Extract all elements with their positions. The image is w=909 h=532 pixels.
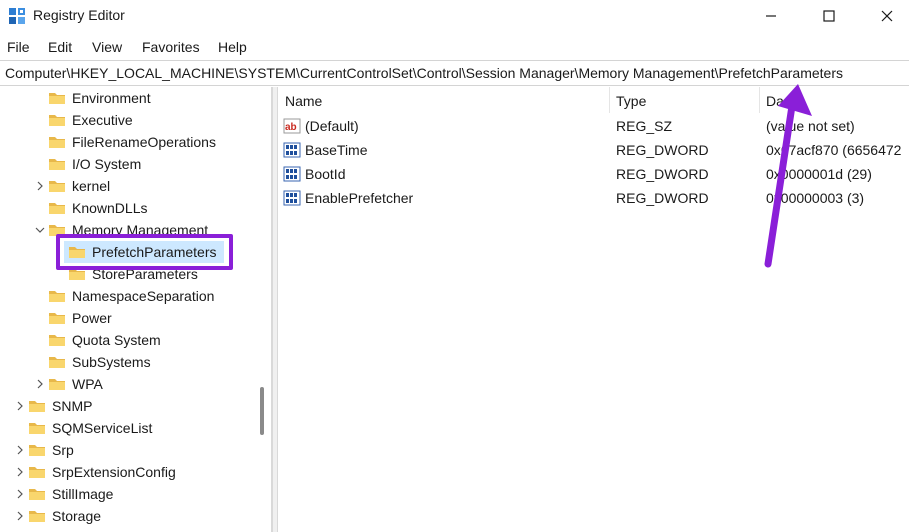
tree-item[interactable]: Srp bbox=[0, 439, 255, 461]
folder-icon bbox=[49, 93, 65, 104]
title-bar: Registry Editor bbox=[0, 0, 909, 34]
menu-bar: File Edit View Favorites Help bbox=[0, 34, 909, 60]
tree-item[interactable]: WPA bbox=[0, 373, 255, 395]
tree-scroll-thumb[interactable] bbox=[260, 387, 264, 435]
tree-item-label: Environment bbox=[72, 90, 151, 106]
tree-item-label: Storage bbox=[52, 508, 102, 524]
arrow-annotation-icon bbox=[764, 84, 812, 268]
tree-item[interactable]: KnownDLLs bbox=[0, 197, 255, 219]
menu-help[interactable]: Help bbox=[218, 39, 247, 55]
svg-text:ab: ab bbox=[285, 122, 297, 133]
tree-item-label: SubSystems bbox=[72, 354, 151, 370]
chevron-right-icon[interactable] bbox=[14, 488, 26, 500]
window-title: Registry Editor bbox=[33, 7, 125, 23]
close-button[interactable] bbox=[864, 0, 909, 32]
tree-item-label: Srp bbox=[52, 442, 74, 458]
string-value-icon: ab bbox=[283, 118, 301, 134]
folder-icon bbox=[49, 379, 65, 390]
column-header-type[interactable]: Type bbox=[609, 87, 759, 113]
value-type: REG_DWORD bbox=[616, 166, 709, 182]
folder-icon bbox=[29, 401, 45, 412]
chevron-right-icon[interactable] bbox=[34, 180, 46, 192]
selection-highlight-annotation bbox=[56, 234, 233, 270]
minimize-button[interactable] bbox=[748, 0, 794, 32]
value-type: REG_DWORD bbox=[616, 190, 709, 206]
tree-item-label: NamespaceSeparation bbox=[72, 288, 215, 304]
tree-item-label: kernel bbox=[72, 178, 111, 194]
folder-icon bbox=[49, 181, 65, 192]
menu-view[interactable]: View bbox=[92, 39, 122, 55]
tree-item-label: Power bbox=[72, 310, 112, 326]
tree-item[interactable]: NamespaceSeparation bbox=[0, 285, 255, 307]
folder-icon bbox=[29, 467, 45, 478]
tree-item[interactable]: FileRenameOperations bbox=[0, 131, 255, 153]
folder-icon bbox=[49, 313, 65, 324]
tree-item[interactable]: kernel bbox=[0, 175, 255, 197]
folder-icon bbox=[29, 423, 45, 434]
key-tree: Environment Executive FileRenameOperations… bbox=[0, 87, 272, 532]
value-name: (Default) bbox=[305, 118, 359, 134]
folder-icon bbox=[49, 203, 65, 214]
tree-item-label: WPA bbox=[72, 376, 103, 392]
tree-item-label: I/O System bbox=[72, 156, 142, 172]
binary-value-icon bbox=[283, 142, 301, 158]
tree-scrollbar[interactable] bbox=[257, 87, 269, 532]
tree-item-label: SQMServiceList bbox=[52, 420, 153, 436]
folder-icon bbox=[49, 115, 65, 126]
menu-file[interactable]: File bbox=[7, 39, 30, 55]
tree-item-label: Quota System bbox=[72, 332, 161, 348]
folder-icon bbox=[49, 159, 65, 170]
tree-item[interactable]: Executive bbox=[0, 109, 255, 131]
folder-icon bbox=[49, 357, 65, 368]
chevron-down-icon[interactable] bbox=[34, 224, 46, 236]
binary-value-icon bbox=[283, 190, 301, 206]
menu-edit[interactable]: Edit bbox=[48, 39, 72, 55]
tree-item[interactable]: Power bbox=[0, 307, 255, 329]
column-header-name-label: Name bbox=[285, 93, 323, 109]
minimize-icon bbox=[766, 15, 776, 17]
chevron-right-icon[interactable] bbox=[14, 510, 26, 522]
tree-item[interactable]: SNMP bbox=[0, 395, 255, 417]
tree-item[interactable]: SubSystems bbox=[0, 351, 255, 373]
tree-item[interactable]: StillImage bbox=[0, 483, 255, 505]
tree-item[interactable]: Quota System bbox=[0, 329, 255, 351]
tree-item-label: SNMP bbox=[52, 398, 93, 414]
folder-icon bbox=[29, 489, 45, 500]
folder-icon bbox=[29, 445, 45, 456]
column-header-type-label: Type bbox=[616, 93, 647, 109]
tree-item-label: SrpExtensionConfig bbox=[52, 464, 176, 480]
folder-icon bbox=[49, 335, 65, 346]
tree-item[interactable]: SQMServiceList bbox=[0, 417, 255, 439]
address-path[interactable]: Computer\HKEY_LOCAL_MACHINE\SYSTEM\Curre… bbox=[5, 65, 843, 81]
tree-item[interactable]: I/O System bbox=[0, 153, 255, 175]
tree-item[interactable]: Storage bbox=[0, 505, 255, 527]
tree-item-label: Executive bbox=[72, 112, 133, 128]
folder-icon bbox=[29, 511, 45, 522]
folder-icon bbox=[49, 291, 65, 302]
binary-value-icon bbox=[283, 166, 301, 182]
chevron-right-icon[interactable] bbox=[14, 400, 26, 412]
folder-icon bbox=[49, 137, 65, 148]
value-name: EnablePrefetcher bbox=[305, 190, 414, 206]
chevron-right-icon[interactable] bbox=[34, 378, 46, 390]
menu-favorites[interactable]: Favorites bbox=[142, 39, 200, 55]
tree-item-label: StillImage bbox=[52, 486, 114, 502]
tree-item-label: KnownDLLs bbox=[72, 200, 148, 216]
tree-item[interactable]: SrpExtensionConfig bbox=[0, 461, 255, 483]
value-type: REG_SZ bbox=[616, 118, 673, 134]
maximize-icon bbox=[823, 10, 835, 22]
tree-item-label: FileRenameOperations bbox=[72, 134, 216, 150]
maximize-button[interactable] bbox=[806, 0, 852, 32]
chevron-right-icon[interactable] bbox=[14, 466, 26, 478]
chevron-right-icon[interactable] bbox=[14, 444, 26, 456]
value-name: BaseTime bbox=[305, 142, 368, 158]
column-header-name[interactable]: Name bbox=[278, 87, 609, 113]
close-icon bbox=[881, 10, 893, 22]
value-name: BootId bbox=[305, 166, 346, 182]
registry-editor-icon bbox=[9, 8, 25, 24]
value-type: REG_DWORD bbox=[616, 142, 709, 158]
tree-item[interactable]: Environment bbox=[0, 87, 255, 109]
